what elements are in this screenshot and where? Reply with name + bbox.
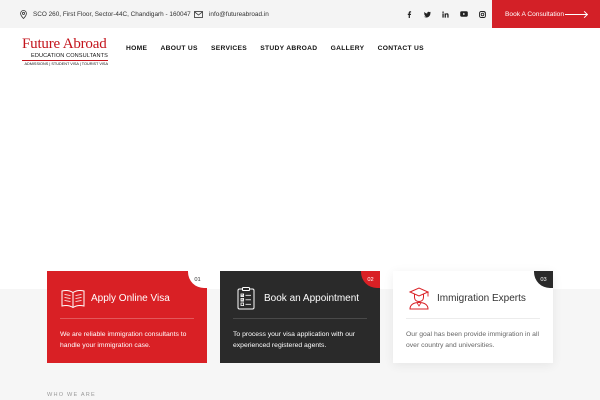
nav-study-abroad[interactable]: STUDY ABROAD: [260, 45, 317, 52]
facebook-icon[interactable]: [400, 5, 418, 23]
social-links: [400, 0, 491, 28]
card-description: To process your visa application with ou…: [233, 331, 356, 349]
card-divider: [233, 318, 367, 319]
nav-services[interactable]: SERVICES: [211, 45, 247, 52]
youtube-icon[interactable]: [455, 5, 473, 23]
email-item[interactable]: info@futureabroad.in: [194, 0, 269, 28]
card-number: 01: [188, 271, 207, 288]
service-card-book-appointment[interactable]: 02 Book an Appointment To process your v…: [220, 271, 380, 363]
card-number: 02: [361, 271, 380, 288]
nav-home[interactable]: HOME: [126, 45, 147, 52]
logo-subtitle: EDUCATION CONSULTANTS: [22, 53, 108, 61]
card-title: Apply Online Visa: [91, 293, 170, 304]
nav-contact-us[interactable]: CONTACT US: [378, 45, 424, 52]
nav-gallery[interactable]: GALLERY: [331, 45, 365, 52]
clipboard-checklist-icon: [237, 287, 255, 310]
card-number: 03: [534, 271, 553, 288]
email-link[interactable]: info@futureabroad.in: [209, 11, 269, 18]
envelope-icon: [194, 10, 203, 18]
logo-wordmark: Future Abroad: [22, 37, 108, 52]
twitter-icon[interactable]: [418, 5, 436, 23]
address-text: SCO 260, First Floor, Sector-44C, Chandi…: [33, 10, 191, 18]
logo-word-future: Future: [22, 36, 60, 52]
instagram-icon[interactable]: [473, 5, 491, 23]
service-card-immigration-experts[interactable]: 03 Immigration Experts Our goal has been…: [393, 271, 553, 363]
logo-tagline: ADMISSIONS | STUDENT VISA | TOURIST VISA: [24, 62, 108, 66]
main-nav: HOME ABOUT US SERVICES STUDY ABROAD GALL…: [126, 45, 437, 52]
linkedin-icon[interactable]: [437, 5, 455, 23]
address-item: SCO 260, First Floor, Sector-44C, Chandi…: [20, 0, 191, 28]
graduate-icon: [408, 287, 430, 310]
card-divider: [60, 318, 194, 319]
book-consultation-button[interactable]: Book A Consultation: [492, 0, 600, 28]
logo[interactable]: Future Abroad EDUCATION CONSULTANTS ADMI…: [22, 37, 108, 66]
service-card-apply-visa[interactable]: 01 Apply Online Visa We are reliable imm…: [47, 271, 207, 363]
arrow-right-icon: [565, 13, 587, 15]
book-consultation-label: Book A Consultation: [505, 10, 565, 18]
card-description: We are reliable immigration consultants …: [60, 331, 187, 349]
top-bar: SCO 260, First Floor, Sector-44C, Chandi…: [0, 0, 600, 28]
nav-about-us[interactable]: ABOUT US: [160, 45, 197, 52]
section-eyebrow: WHO WE ARE: [47, 392, 96, 398]
location-pin-icon: [20, 9, 27, 19]
card-description: Our goal has been provide immigration in…: [406, 331, 539, 349]
open-book-icon: [61, 290, 85, 309]
card-divider: [406, 318, 540, 319]
card-title: Book an Appointment: [264, 293, 360, 304]
logo-word-abroad: Abroad: [62, 36, 107, 52]
card-title: Immigration Experts: [437, 293, 526, 304]
